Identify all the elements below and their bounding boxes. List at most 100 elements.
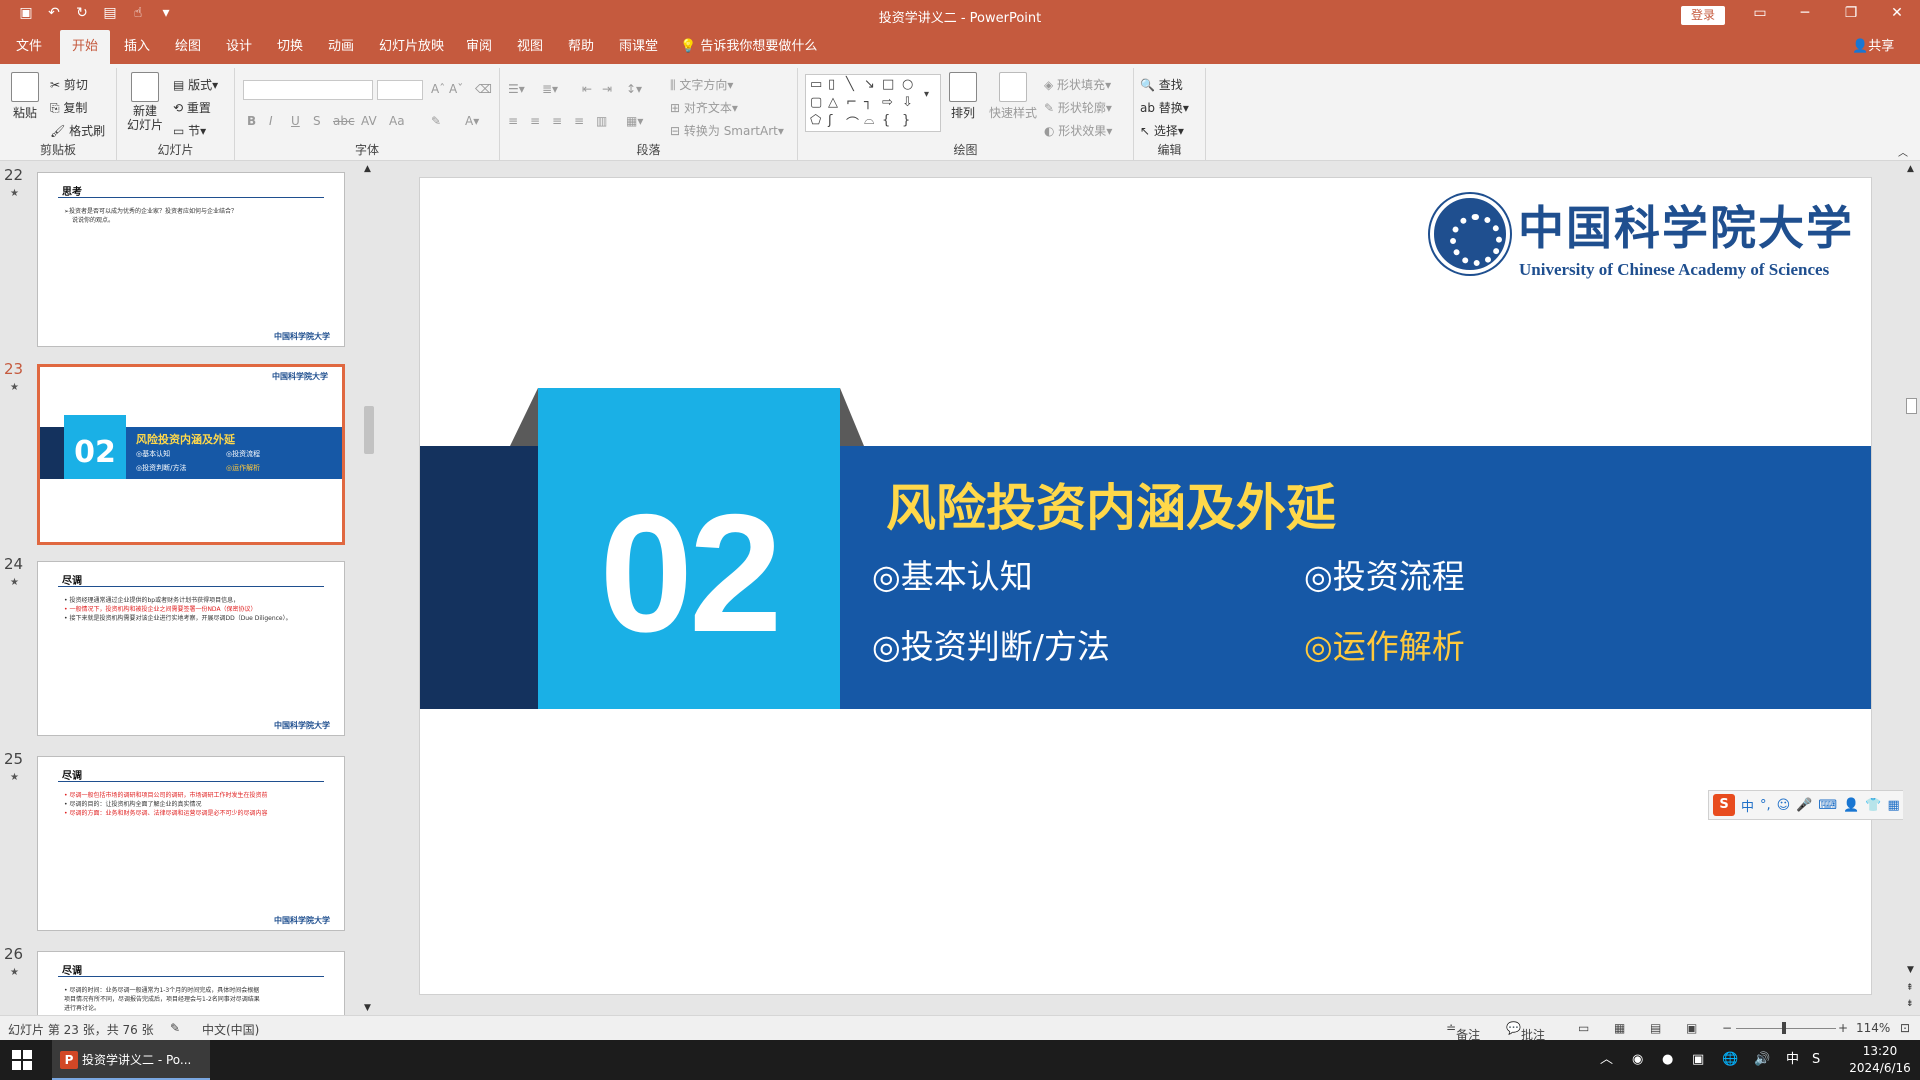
right-brace-icon[interactable]: } [902, 113, 910, 128]
tab-view[interactable]: 视图 [505, 30, 555, 64]
char-spacing-button[interactable]: AV [361, 114, 377, 128]
tray-app-icon[interactable]: ◉ [1632, 1040, 1643, 1080]
slide-thumbnail-selected[interactable]: 中国科学院大学 02 风险投资内涵及外延 ◎基本认知 ◎投资流程 ◎投资判断/方… [37, 364, 345, 545]
collapse-ribbon-icon[interactable]: ︿ [1898, 144, 1908, 159]
italic-button[interactable]: I [269, 114, 273, 128]
elbow-connector-icon[interactable]: ┐ [864, 95, 872, 110]
curve-icon[interactable]: ⌒ [846, 113, 859, 132]
tab-file[interactable]: 文件 [4, 30, 54, 64]
scroll-up-icon[interactable]: ▲ [364, 164, 371, 174]
right-arrow-shape-icon[interactable]: ⇨ [882, 95, 893, 110]
new-slide-button[interactable]: 新建 幻灯片 [125, 72, 165, 132]
tab-transitions[interactable]: 切换 [265, 30, 315, 64]
line-spacing-icon[interactable]: ↕▾ [626, 82, 642, 96]
section-item[interactable]: ◎基本认知 [872, 550, 1033, 598]
tab-rain-classroom[interactable]: 雨课堂 [607, 30, 670, 64]
bold-button[interactable]: B [247, 114, 256, 128]
windows-start-icon[interactable] [12, 1050, 32, 1070]
ime-punctuation[interactable]: °, [1760, 798, 1771, 813]
shape-fill-button[interactable]: ◈ 形状填充▾ [1044, 76, 1111, 93]
scrollbar-thumb[interactable] [1906, 398, 1917, 414]
clear-format-icon[interactable]: ⌫ [475, 82, 492, 96]
zoom-in-icon[interactable]: + [1838, 1021, 1848, 1035]
close-icon[interactable]: ✕ [1882, 5, 1912, 21]
shape-effects-button[interactable]: ◐ 形状效果▾ [1044, 122, 1112, 139]
thumbnail-scrollbar[interactable]: ▲ ▼ [362, 162, 376, 1015]
section-button[interactable]: ▭ 节▾ [173, 122, 206, 139]
shrink-font-button[interactable]: Aˇ [449, 82, 463, 96]
reading-view-icon[interactable]: ▤ [1650, 1021, 1661, 1035]
sogou-tray-icon[interactable]: S [1812, 1040, 1820, 1080]
oval-shape-icon[interactable]: ○ [902, 77, 913, 92]
down-arrow-shape-icon[interactable]: ⇩ [902, 95, 913, 110]
tab-slideshow[interactable]: 幻灯片放映 [367, 30, 456, 64]
tab-home[interactable]: 开始 [60, 30, 111, 64]
network-icon[interactable]: 🌐 [1722, 1040, 1738, 1080]
taskbar-powerpoint-app[interactable]: P 投资学讲义二 - Po... [52, 1040, 210, 1080]
shadow-button[interactable]: S [313, 114, 321, 128]
system-clock[interactable]: 13:20 2024/6/16 [1845, 1043, 1915, 1077]
line-shape-icon[interactable]: ╲ [846, 77, 854, 92]
zoom-out-icon[interactable]: − [1722, 1021, 1732, 1035]
shape-outline-button[interactable]: ✎ 形状轮廓▾ [1044, 99, 1112, 116]
zoom-level[interactable]: 114% [1856, 1021, 1890, 1035]
vertical-textbox-icon[interactable]: ▯ [828, 77, 835, 92]
find-button[interactable]: 🔍 查找 [1140, 76, 1183, 93]
tab-insert[interactable]: 插入 [112, 30, 162, 64]
tray-app-icon[interactable]: ● [1662, 1040, 1673, 1080]
tab-animations[interactable]: 动画 [316, 30, 366, 64]
format-painter-button[interactable]: 🖌 格式刷 [50, 122, 105, 139]
font-name-input[interactable] [243, 80, 373, 100]
editor-scrollbar[interactable]: ▲ ▼ ⇞ ⇟ [1903, 162, 1920, 1015]
text-direction-button[interactable]: ⫼ 文字方向▾ [670, 76, 733, 93]
numbering-icon[interactable]: ≣▾ [542, 82, 558, 96]
align-center-icon[interactable]: ≡ [530, 114, 540, 128]
microphone-icon[interactable]: 🎤 [1796, 798, 1812, 813]
connector-icon[interactable]: ⌐ [846, 95, 857, 110]
reset-button[interactable]: ⟲ 重置 [173, 99, 211, 116]
comments-button[interactable]: 💬 批注 [1506, 1021, 1545, 1042]
distribute-icon[interactable]: ▥ [596, 114, 607, 128]
skin-icon[interactable]: 👕 [1865, 798, 1881, 813]
rectangle-shape-icon[interactable]: □ [882, 77, 894, 92]
decrease-indent-icon[interactable]: ⇤ [582, 82, 592, 96]
notes-button[interactable]: ≐ 备注 [1446, 1021, 1480, 1042]
layout-button[interactable]: ▤ 版式▾ [173, 76, 218, 93]
slide-canvas[interactable]: 中国科学院大学 University of Chinese Academy of… [419, 177, 1872, 995]
minimize-icon[interactable]: ─ [1790, 5, 1820, 21]
share-button[interactable]: 👤共享 [1852, 30, 1894, 64]
tray-chevron-icon[interactable]: ︿ [1600, 1040, 1613, 1080]
emoji-icon[interactable]: ☺ [1777, 798, 1791, 813]
slide-thumbnail[interactable]: 尽调 • 投资经理通常通过企业提供的bp或者财务计划书获得项目信息， • 一般情… [37, 561, 345, 736]
change-case-button[interactable]: Aa [389, 114, 405, 128]
next-slide-icon[interactable]: ⇟ [1906, 999, 1914, 1009]
ribbon-display-icon[interactable]: ▭ [1745, 5, 1775, 21]
font-size-input[interactable] [377, 80, 423, 100]
replace-button[interactable]: ab 替换▾ [1140, 99, 1189, 116]
tab-draw[interactable]: 绘图 [163, 30, 213, 64]
ime-mode[interactable]: 中 [1741, 796, 1754, 815]
arc-icon[interactable]: ⌓ [864, 113, 874, 128]
paste-button[interactable]: 粘贴 [8, 72, 42, 121]
highlight-icon[interactable]: ✎ [431, 114, 441, 128]
slide-thumbnail[interactable]: 思考 ➢投资者是否可以成为优秀的企业家？投资者应如何与企业结合？ 说说你的观点。… [37, 172, 345, 347]
arrow-line-icon[interactable]: ↘ [864, 77, 875, 92]
ime-toolbar[interactable]: S 中 °, ☺ 🎤 ⌨ 👤 👕 ▦ [1708, 790, 1920, 820]
tab-review[interactable]: 审阅 [454, 30, 504, 64]
tab-help[interactable]: 帮助 [556, 30, 606, 64]
select-button[interactable]: ↖ 选择▾ [1140, 122, 1184, 139]
scroll-down-icon[interactable]: ▼ [1907, 965, 1914, 975]
freeform-icon[interactable]: ⬠ [810, 113, 821, 128]
align-left-icon[interactable]: ≡ [508, 114, 518, 128]
shapes-gallery[interactable]: ▭ ▯ ╲ ↘ □ ○ ▢ △ ⌐ ┐ ⇨ ⇩ ⬠ ʃ ⌒ ⌓ { } ▾ [805, 74, 941, 132]
smartart-button[interactable]: ⊟ 转换为 SmartArt▾ [670, 122, 784, 139]
increase-indent-icon[interactable]: ⇥ [602, 82, 612, 96]
slide-thumbnail[interactable]: 尽调 • 尽调一般包括市场的调研和项目公司的调研，市场调研工作时发生在投资前 •… [37, 756, 345, 931]
scribble-icon[interactable]: ʃ [828, 113, 832, 128]
scroll-up-icon[interactable]: ▲ [1907, 164, 1914, 174]
normal-view-icon[interactable]: ▭ [1578, 1021, 1589, 1035]
zoom-slider[interactable] [1736, 1028, 1836, 1029]
restore-icon[interactable]: ❐ [1836, 5, 1866, 21]
align-text-button[interactable]: ⊞ 对齐文本▾ [670, 99, 738, 116]
section-item-highlighted[interactable]: ◎运作解析 [1304, 620, 1465, 668]
